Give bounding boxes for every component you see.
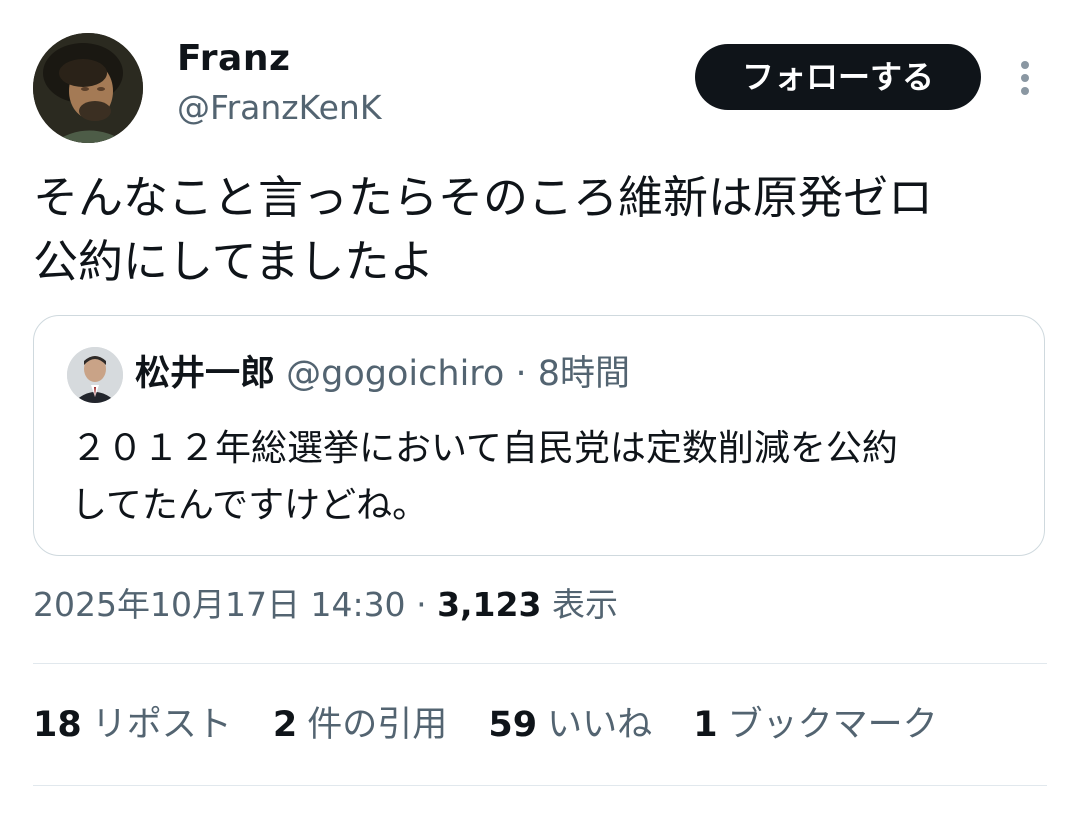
bookmarks-count: 1 (693, 705, 718, 745)
quoted-author-handle[interactable]: @gogoichiro (286, 354, 504, 394)
quoted-tweet-text: ２０１２年総選挙において自民党は定数削減を公約 してたんですけどね。 (71, 420, 1036, 534)
reposts-stat[interactable]: 18 リポスト (33, 699, 232, 751)
follow-button[interactable]: フォローする (695, 44, 981, 110)
separator-dot: · (416, 585, 427, 624)
likes-label: いいね (547, 705, 653, 745)
separator-dot: · (515, 354, 527, 394)
quotes-label: 件の引用 (307, 705, 448, 745)
quoted-tweet-header: 松井一郎 @gogoichiro · 8時間 (135, 350, 630, 398)
divider (33, 785, 1047, 786)
quotes-stat[interactable]: 2 件の引用 (273, 699, 447, 751)
engagement-stats: 18 リポスト 2 件の引用 59 いいね 1 ブックマーク (33, 699, 968, 751)
views-label: 表示 (551, 585, 618, 624)
quoted-author-name[interactable]: 松井一郎 (135, 354, 275, 394)
author-avatar[interactable] (33, 33, 143, 143)
tweet-timestamp[interactable]: 2025年10月17日 14:30 (33, 585, 406, 624)
tweet-text-line: そんなこと言ったらそのころ維新は原発ゼロ (33, 171, 934, 224)
more-options-icon[interactable] (1012, 58, 1038, 98)
quoted-text-line: ２０１２年総選挙において自民党は定数削減を公約 (71, 428, 898, 469)
tweet-text-line: 公約にしてましたよ (33, 235, 435, 288)
portrait-avatar-icon (33, 33, 143, 143)
reposts-count: 18 (33, 705, 82, 745)
bookmarks-label: ブックマーク (727, 705, 938, 745)
divider (33, 663, 1047, 664)
quoted-author-avatar[interactable] (67, 347, 123, 403)
likes-stat[interactable]: 59 いいね (488, 699, 652, 751)
likes-count: 59 (488, 705, 538, 745)
quoted-tweet-time[interactable]: 8時間 (538, 354, 630, 394)
bookmarks-stat[interactable]: 1 ブックマーク (693, 699, 937, 751)
quoted-tweet-card[interactable]: 松井一郎 @gogoichiro · 8時間 ２０１２年総選挙において自民党は定… (33, 315, 1045, 556)
reposts-label: リポスト (91, 705, 232, 745)
quoted-text-line: してたんですけどね。 (71, 485, 429, 526)
views-count: 3,123 (437, 585, 542, 624)
quotes-count: 2 (272, 705, 298, 745)
tweet-meta: 2025年10月17日 14:30 · 3,123 表示 (33, 580, 618, 630)
author-display-name[interactable]: Franz (177, 38, 290, 79)
author-handle[interactable]: @FranzKenK (177, 88, 381, 127)
person-avatar-icon (67, 347, 123, 403)
tweet-text: そんなこと言ったらそのころ維新は原発ゼロ 公約にしてましたよ (33, 166, 1048, 294)
